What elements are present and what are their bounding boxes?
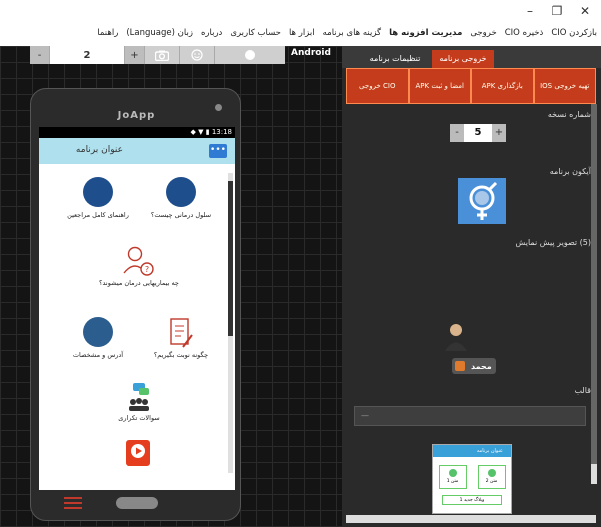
signal-icon: ◆ ▼ ▮ <box>190 128 212 136</box>
grid-item-label: چه بیماریهایی درمان میشوند؟ <box>99 279 179 287</box>
menu-plugins[interactable]: مدیریت افزونه ها <box>389 28 462 38</box>
grid-item-stem-cell[interactable]: سلول درمانی چیست؟ <box>141 177 221 219</box>
version-stepper: - 5 + <box>450 124 506 142</box>
grid-item-guide[interactable]: راهنمای کامل مراجعین <box>53 177 143 219</box>
svg-text:?: ? <box>145 265 149 274</box>
subtab-cio-output[interactable]: CIO خروجی <box>346 68 409 104</box>
panel-hscrollbar[interactable] <box>346 515 596 523</box>
grid-item-video[interactable] <box>123 439 153 469</box>
hamburger-icon[interactable] <box>64 497 82 509</box>
book-reader-icon <box>83 177 113 207</box>
template-appbar: عنوان برنامه <box>433 445 511 457</box>
template-card: متن 2 <box>477 465 506 489</box>
user-avatar-icon <box>445 324 467 351</box>
subtab-ios[interactable]: تهیه خروجی IOS <box>533 68 596 104</box>
grid-item-label: آدرس و مشخصات <box>72 351 124 359</box>
version-label: شماره نسخه <box>547 110 591 119</box>
faq-group-icon <box>129 383 149 411</box>
play-icon <box>126 440 150 466</box>
grid-item-appointment[interactable]: چگونه نوبت بگیریم؟ <box>141 317 221 359</box>
camera-icon[interactable] <box>145 46 180 64</box>
record-icon[interactable] <box>215 46 285 64</box>
phone-screen[interactable]: ◆ ▼ ▮ 13:18 ••• عنوان برنامه سلول درمانی… <box>39 127 235 490</box>
output-subtabs: تهیه خروجی IOS بازگذاری APK امضا و ثبت A… <box>346 68 596 104</box>
phone-nav-bar <box>31 492 242 514</box>
grid-item-label: سوالات تکراری <box>118 414 160 422</box>
grid-item-label: سلول درمانی چیست؟ <box>150 211 212 219</box>
home-button[interactable] <box>116 497 158 509</box>
subtab-upload-apk[interactable]: بازگذاری APK <box>471 68 534 104</box>
status-time: 13:18 <box>211 128 232 136</box>
phone-brand: JoApp <box>117 110 156 121</box>
settings-panel: خروجی برنامه تنظیمات برنامه تهیه خروجی I… <box>342 46 601 527</box>
menu-output[interactable]: خروجی <box>470 28 496 38</box>
phone-mockup: JoApp ◆ ▼ ▮ 13:18 ••• عنوان برنامه سلول … <box>30 88 241 521</box>
user-button[interactable]: محمد <box>452 358 496 374</box>
template-label: قالب <box>574 386 591 395</box>
emoji-icon[interactable] <box>180 46 215 64</box>
grid-item-label: چگونه نوبت بگیریم؟ <box>153 351 209 359</box>
window-titlebar: – ❐ ✕ <box>0 0 601 22</box>
menu-language[interactable]: زبان (Language) <box>126 28 193 38</box>
template-card: متن 1 <box>438 465 467 489</box>
version-plus-button[interactable]: + <box>492 124 506 142</box>
close-button[interactable]: ✕ <box>576 3 594 19</box>
form-pen-icon <box>170 318 193 348</box>
user-question-icon: ? <box>123 246 154 276</box>
design-canvas[interactable]: - 2 + Android JoApp ◆ ▼ ▮ 13:18 ••• عنوا… <box>0 46 342 527</box>
maximize-button[interactable]: ❐ <box>548 3 566 19</box>
screen-scrollbar-thumb[interactable] <box>228 181 233 336</box>
version-minus-button[interactable]: - <box>450 124 464 142</box>
status-bar: ◆ ▼ ▮ 13:18 <box>39 127 235 138</box>
icon-label: آیکون برنامه <box>549 167 591 176</box>
app-icon-preview[interactable] <box>458 178 506 224</box>
template-button: وبلاگ جدید 1 <box>442 495 502 505</box>
preview-toolbar: - 2 + <box>30 46 285 64</box>
menu-dots-icon[interactable]: ••• <box>209 144 227 158</box>
menu-save-cio[interactable]: ذخیره CIO <box>505 28 544 38</box>
grid-item-address[interactable]: آدرس و مشخصات <box>53 317 143 359</box>
panel-tabs: خروجی برنامه تنظیمات برنامه <box>342 46 601 68</box>
camera-dot-icon <box>215 104 222 111</box>
panel-scrollbar[interactable] <box>591 104 597 484</box>
preview-label: (5) تصویر پیش نمایش <box>515 238 591 247</box>
count-plus-button[interactable]: + <box>125 46 145 64</box>
app-title: عنوان برنامه <box>75 145 123 155</box>
subtab-sign-apk[interactable]: امضا و ثبت APK <box>408 68 471 104</box>
menu-help[interactable]: راهنما <box>97 28 118 38</box>
grid-item-faq[interactable]: سوالات تکراری <box>99 382 179 422</box>
map-icon <box>83 317 113 347</box>
grid-item-label: راهنمای کامل مراجعین <box>67 211 129 219</box>
platform-label: Android <box>291 48 331 58</box>
gender-cells-icon <box>469 181 498 220</box>
count-value[interactable]: 2 <box>50 46 125 64</box>
panel-scrollbar-thumb[interactable] <box>591 104 597 464</box>
template-select[interactable]: — <box>354 406 586 426</box>
menu-open-cio[interactable]: بازکردن CIO <box>551 28 597 38</box>
user-badge-icon <box>455 361 465 371</box>
screen-scrollbar[interactable] <box>228 173 233 473</box>
version-value[interactable]: 5 <box>464 124 492 142</box>
cells-icon <box>166 177 196 207</box>
grid-item-diseases[interactable]: ? چه بیماریهایی درمان میشوند؟ <box>79 245 199 287</box>
menu-about[interactable]: درباره <box>201 28 222 38</box>
template-preview[interactable]: عنوان برنامه متن 1 متن 2 وبلاگ جدید 1 <box>432 444 512 514</box>
minimize-button[interactable]: – <box>521 3 539 19</box>
count-minus-button[interactable]: - <box>30 46 50 64</box>
menu-app-options[interactable]: گزینه های برنامه <box>323 28 381 38</box>
menu-tools[interactable]: ابزار ها <box>289 28 315 38</box>
user-name: محمد <box>471 361 492 371</box>
menu-account[interactable]: حساب کاربری <box>230 28 281 38</box>
app-bar: ••• عنوان برنامه <box>39 138 235 164</box>
tab-output[interactable]: خروجی برنامه <box>432 50 494 68</box>
menu-bar: بازکردن CIO ذخیره CIO خروجی مدیریت افزون… <box>0 22 601 44</box>
tab-settings[interactable]: تنظیمات برنامه <box>362 50 428 68</box>
